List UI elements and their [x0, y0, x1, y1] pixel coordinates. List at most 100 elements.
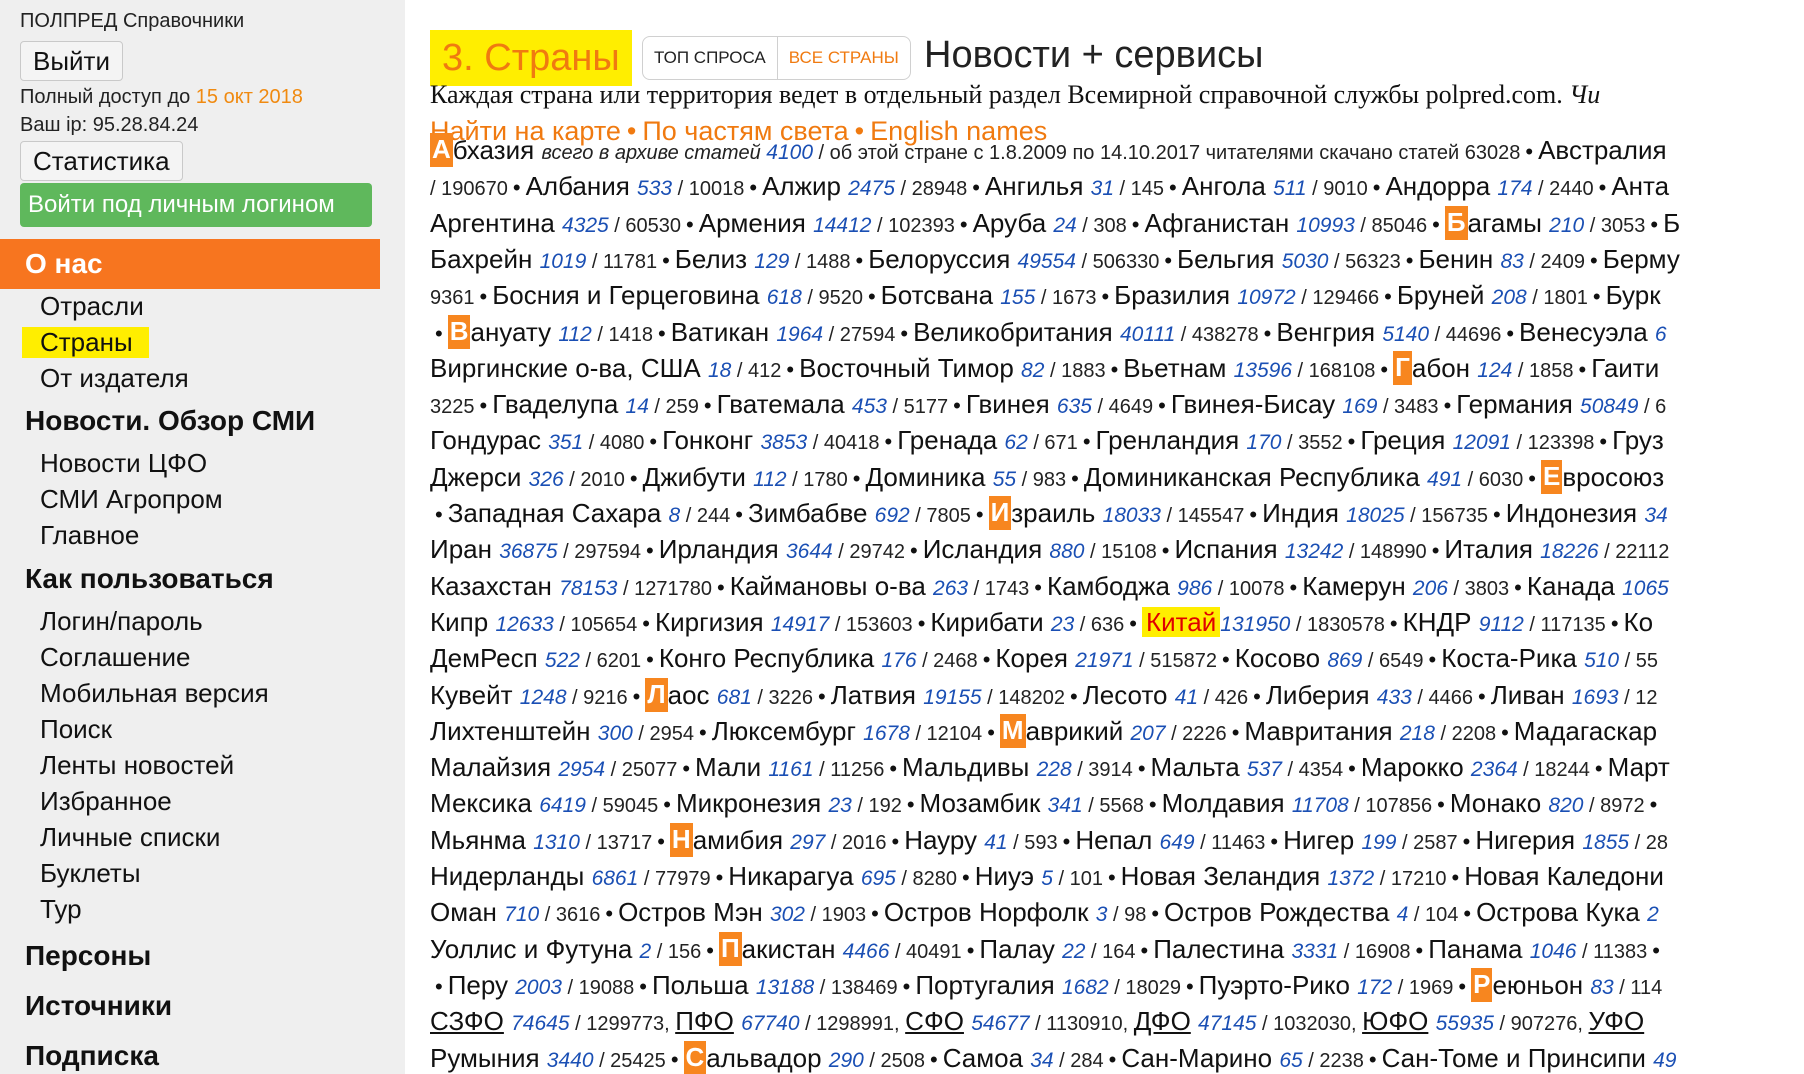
- country-name[interactable]: Венгрия: [1276, 317, 1382, 347]
- country-name[interactable]: Гренландия: [1096, 425, 1247, 455]
- country-name[interactable]: амибия: [693, 825, 791, 855]
- article-count[interactable]: 49: [1653, 1049, 1676, 1072]
- article-count[interactable]: 67740: [741, 1012, 799, 1035]
- country-name[interactable]: Кувейт: [430, 680, 520, 710]
- country-name[interactable]: Джерси: [430, 462, 529, 492]
- nav-favorites[interactable]: Избранное: [40, 786, 172, 817]
- district-link[interactable]: СФО: [905, 1006, 964, 1036]
- letter-marker[interactable]: С: [683, 1040, 707, 1074]
- country-name[interactable]: Великобритания: [913, 317, 1120, 347]
- article-count[interactable]: 169: [1342, 395, 1377, 418]
- country-name[interactable]: Пуэрто-Рико: [1199, 970, 1358, 1000]
- country-name[interactable]: Казахстан: [430, 571, 559, 601]
- country-name[interactable]: Берму: [1603, 244, 1680, 274]
- country-name[interactable]: Латвия: [831, 680, 924, 710]
- country-name[interactable]: Самоа: [943, 1043, 1031, 1073]
- country-name[interactable]: Уоллис и Футуна: [430, 934, 640, 964]
- article-count[interactable]: 82: [1021, 359, 1044, 382]
- article-count[interactable]: 24: [1053, 214, 1076, 237]
- article-count[interactable]: 55: [993, 468, 1016, 491]
- article-count[interactable]: 74645: [511, 1012, 569, 1035]
- country-name[interactable]: Испания: [1174, 534, 1284, 564]
- article-count[interactable]: 112: [558, 323, 591, 346]
- article-count[interactable]: 2003: [515, 976, 562, 999]
- article-count[interactable]: 290: [829, 1049, 864, 1072]
- country-name[interactable]: Ботсвана: [881, 280, 1001, 310]
- article-count[interactable]: 2475: [848, 177, 895, 200]
- country-name[interactable]: Греция: [1360, 425, 1452, 455]
- country-name[interactable]: Никарагуа: [728, 861, 861, 891]
- country-name[interactable]: Андорра: [1385, 171, 1497, 201]
- country-name[interactable]: Австралия: [1538, 135, 1666, 165]
- article-count[interactable]: 1964: [776, 323, 823, 346]
- article-count[interactable]: 649: [1160, 831, 1195, 854]
- nav-mobile[interactable]: Мобильная версия: [40, 678, 269, 709]
- country-name[interactable]: Ниуэ: [975, 861, 1042, 891]
- article-count[interactable]: 210: [1549, 214, 1584, 237]
- letter-marker[interactable]: Б: [1444, 205, 1468, 240]
- nav-login-password[interactable]: Логин/пароль: [40, 606, 203, 637]
- article-count[interactable]: 62: [1004, 431, 1027, 454]
- country-name[interactable]: Мьянма: [430, 825, 533, 855]
- country-name[interactable]: зраиль: [1011, 498, 1102, 528]
- country-name[interactable]: Белоруссия: [868, 244, 1017, 274]
- country-name[interactable]: Гондурас: [430, 425, 548, 455]
- article-count[interactable]: 1372: [1327, 867, 1374, 890]
- article-count[interactable]: 34: [1644, 504, 1667, 527]
- article-count[interactable]: 14412: [813, 214, 871, 237]
- country-name[interactable]: Остров Мэн: [618, 897, 770, 927]
- article-count[interactable]: 36875: [499, 540, 557, 563]
- letter-marker[interactable]: Н: [669, 822, 693, 857]
- country-name[interactable]: КНДР: [1403, 607, 1479, 637]
- country-name[interactable]: Камерун: [1302, 571, 1413, 601]
- district-link[interactable]: ДФО: [1134, 1006, 1191, 1036]
- letter-marker[interactable]: Г: [1393, 350, 1412, 385]
- tab-top-demand[interactable]: ТОП СПРОСА: [643, 37, 778, 79]
- country-name[interactable]: Босния и Герцеговина: [492, 280, 767, 310]
- article-count[interactable]: 21971: [1075, 649, 1133, 672]
- access-date[interactable]: 15 окт 2018: [196, 86, 303, 108]
- article-count[interactable]: 4100: [766, 141, 813, 164]
- article-count[interactable]: 511: [1273, 177, 1306, 200]
- article-count[interactable]: 19155: [923, 686, 981, 709]
- country-name[interactable]: Нидерланды: [430, 861, 592, 891]
- country-name[interactable]: бхазия: [453, 135, 542, 165]
- nav-news-main[interactable]: Главное: [40, 520, 139, 551]
- nav-agreement[interactable]: Соглашение: [40, 642, 190, 673]
- article-count[interactable]: 78153: [559, 577, 617, 600]
- country-name[interactable]: Палау: [979, 934, 1062, 964]
- article-count[interactable]: 537: [1247, 758, 1282, 781]
- country-name[interactable]: Палестина: [1153, 934, 1291, 964]
- article-count[interactable]: 47145: [1198, 1012, 1256, 1035]
- country-name[interactable]: Виргинские о-ва, США: [430, 353, 708, 383]
- article-count[interactable]: 880: [1049, 540, 1084, 563]
- article-count[interactable]: 228: [1037, 758, 1072, 781]
- article-count[interactable]: 14917: [771, 613, 829, 636]
- article-count[interactable]: 65: [1279, 1049, 1302, 1072]
- article-count[interactable]: 1682: [1062, 976, 1109, 999]
- article-count[interactable]: 692: [875, 504, 910, 527]
- article-count[interactable]: 13242: [1285, 540, 1343, 563]
- article-count[interactable]: 3644: [786, 540, 833, 563]
- article-count[interactable]: 5: [1041, 867, 1053, 890]
- article-count[interactable]: 13596: [1234, 359, 1292, 382]
- country-name[interactable]: акистан: [742, 934, 843, 964]
- country-name[interactable]: Корея: [995, 643, 1075, 673]
- district-link[interactable]: ЮФО: [1362, 1006, 1428, 1036]
- letter-marker[interactable]: И: [988, 496, 1012, 530]
- country-name[interactable]: Западная Сахара: [448, 498, 669, 528]
- country-name[interactable]: Груз: [1612, 425, 1664, 455]
- article-count[interactable]: 341: [1048, 794, 1083, 817]
- country-name[interactable]: [1191, 1006, 1198, 1036]
- nav-sources[interactable]: Источники: [25, 990, 172, 1022]
- country-name[interactable]: абон: [1412, 353, 1477, 383]
- country-name[interactable]: Мальдивы: [902, 752, 1037, 782]
- country-name[interactable]: Панама: [1428, 934, 1530, 964]
- article-count[interactable]: 18226: [1540, 540, 1598, 563]
- article-count[interactable]: 300: [598, 722, 633, 745]
- personal-login-button[interactable]: Войти под личным логином: [20, 183, 372, 227]
- article-count[interactable]: 41: [1175, 686, 1198, 709]
- country-name[interactable]: Алжир: [762, 171, 848, 201]
- article-count[interactable]: 23: [828, 794, 851, 817]
- article-count[interactable]: 820: [1548, 794, 1583, 817]
